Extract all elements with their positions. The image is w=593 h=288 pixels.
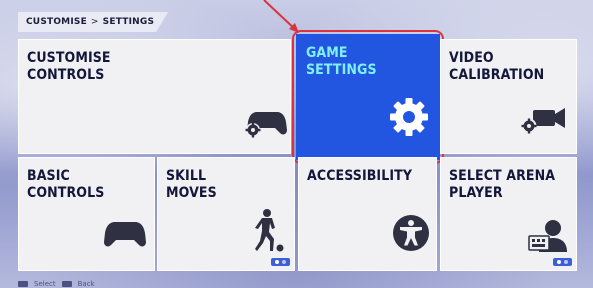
accessibility-icon [393, 215, 429, 251]
tile-accessibility[interactable]: ACCESSIBILITY [298, 157, 437, 271]
pager-dot [275, 260, 279, 264]
tile-skill-moves[interactable]: SKILL MOVES [157, 157, 295, 271]
pager-dot [282, 260, 286, 264]
select-button-icon [18, 281, 28, 287]
pager-dot [557, 260, 561, 264]
breadcrumb-parent[interactable]: CUSTOMISE [26, 17, 87, 27]
tile-customise-controls[interactable]: CUSTOMISE CONTROLS [18, 39, 291, 154]
gamepad-icon [104, 222, 146, 247]
tile-pager [553, 258, 572, 266]
tile-pager [271, 258, 290, 266]
tile-label: VIDEO CALIBRATION [449, 50, 545, 83]
footer-hints: Select Back [18, 280, 218, 288]
breadcrumb-current: SETTINGS [102, 17, 155, 27]
pager-dot [564, 260, 568, 264]
tile-label: CUSTOMISE CONTROLS [27, 50, 111, 83]
gamepad-gear-icon [245, 112, 287, 138]
tile-label: BASIC CONTROLS [27, 168, 105, 201]
tile-label: ACCESSIBILITY [307, 168, 413, 184]
player-select-icon [528, 220, 567, 252]
tile-basic-controls[interactable]: BASIC CONTROLS [18, 157, 155, 271]
camera-gear-icon [521, 108, 565, 134]
back-button-icon [61, 281, 72, 287]
footer-select-label[interactable]: Select [34, 280, 56, 288]
breadcrumb: CUSTOMISE > SETTINGS [18, 12, 169, 32]
tile-label: SKILL MOVES [166, 168, 217, 201]
tile-select-arena-player[interactable]: SELECT ARENA PLAYER [440, 157, 577, 271]
footer-back-label[interactable]: Back [78, 280, 95, 288]
selection-highlight [292, 30, 444, 164]
breadcrumb-separator: > [90, 17, 99, 27]
footballer-icon [255, 209, 284, 252]
tile-label: SELECT ARENA PLAYER [449, 168, 556, 201]
tile-video-calibration[interactable]: VIDEO CALIBRATION [440, 39, 577, 154]
